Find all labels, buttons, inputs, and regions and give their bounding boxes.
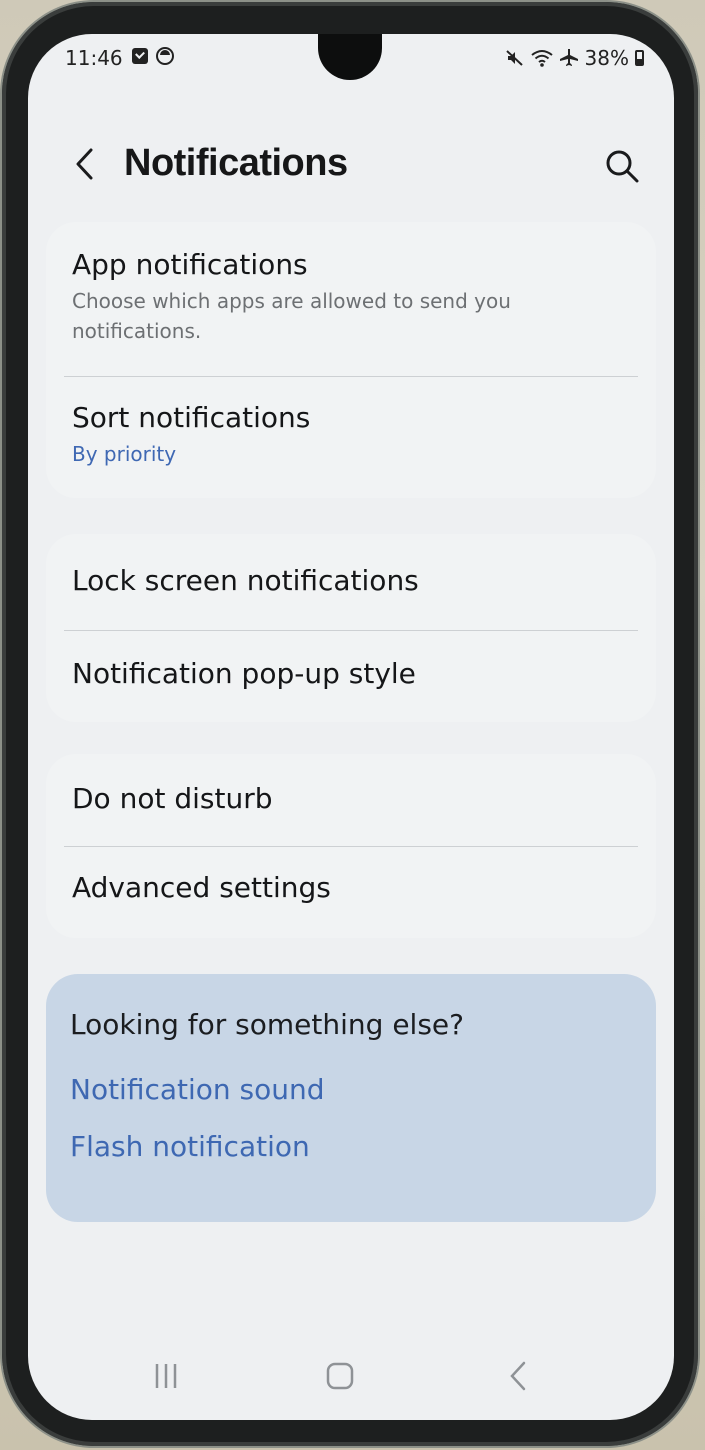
status-bar: 11:46 38% — [28, 46, 674, 76]
battery-percent: 38% — [584, 46, 629, 70]
suggestions-card: Looking for something else? Notification… — [46, 974, 656, 1222]
battery-icon — [635, 50, 644, 66]
settings-group-app: App notifications Choose which apps are … — [46, 222, 656, 498]
search-icon[interactable] — [602, 146, 642, 186]
row-title: Lock screen notifications — [72, 564, 419, 597]
sync-icon — [156, 47, 174, 65]
row-lock-screen-notifications[interactable]: Lock screen notifications — [46, 534, 656, 630]
message-icon — [132, 48, 148, 64]
link-notification-sound[interactable]: Notification sound — [70, 1073, 632, 1106]
phone-frame: 11:46 38% Notifications App notification… — [2, 2, 698, 1446]
back-chevron-icon[interactable] — [66, 144, 106, 184]
row-subtitle: Choose which apps are allowed to send yo… — [72, 288, 511, 343]
link-flash-notification[interactable]: Flash notification — [70, 1130, 632, 1163]
navigation-bar — [28, 1350, 674, 1400]
screen: 11:46 38% Notifications App notification… — [28, 34, 674, 1420]
home-icon[interactable] — [320, 1358, 360, 1394]
airplane-icon — [559, 49, 578, 66]
row-title: App notifications — [72, 248, 308, 281]
row-title: Do not disturb — [72, 782, 273, 815]
nav-back-icon[interactable] — [498, 1358, 538, 1394]
row-notification-popup-style[interactable]: Notification pop-up style — [46, 631, 656, 721]
mute-icon — [505, 50, 523, 66]
suggestions-title: Looking for something else? — [70, 1008, 465, 1041]
status-time: 11:46 — [65, 46, 123, 70]
row-title: Advanced settings — [72, 871, 331, 904]
row-title: Sort notifications — [72, 401, 311, 434]
wifi-icon — [530, 50, 553, 67]
row-do-not-disturb[interactable]: Do not disturb — [46, 754, 656, 846]
row-title: Notification pop-up style — [72, 657, 416, 690]
page-title: Notifications — [124, 142, 348, 184]
recent-apps-icon[interactable] — [146, 1358, 186, 1394]
status-icons-right: 38% — [505, 46, 644, 70]
settings-group-display: Lock screen notifications Notification p… — [46, 534, 656, 722]
row-sort-notifications[interactable]: Sort notifications By priority — [46, 377, 656, 497]
status-icons-left — [132, 47, 174, 65]
top-app-bar: Notifications — [28, 134, 674, 198]
row-subtitle-value: By priority — [72, 441, 177, 466]
row-advanced-settings[interactable]: Advanced settings — [46, 847, 656, 937]
row-app-notifications[interactable]: App notifications Choose which apps are … — [46, 222, 656, 376]
settings-group-more: Do not disturb Advanced settings — [46, 754, 656, 938]
